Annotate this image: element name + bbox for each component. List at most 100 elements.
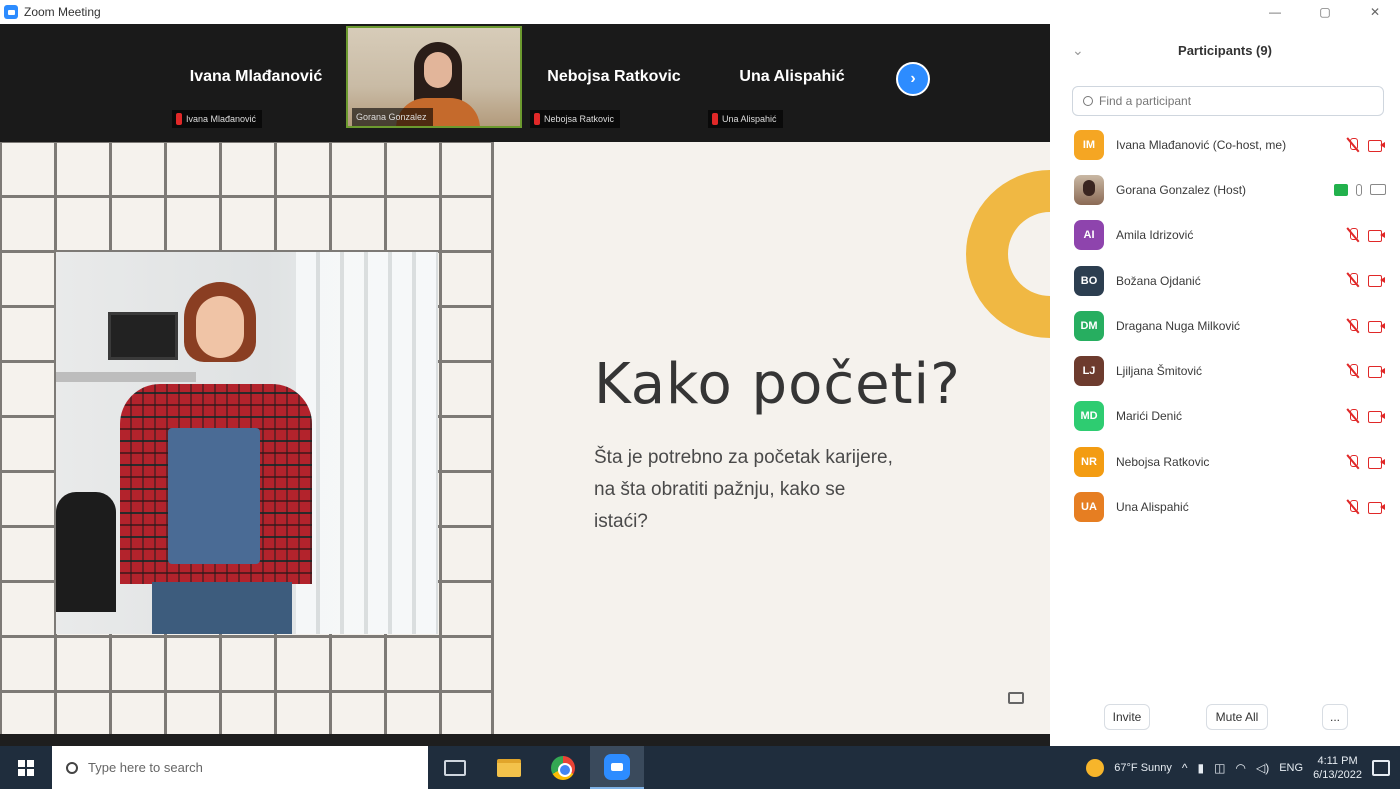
panel-footer: Invite Mute All ... xyxy=(1050,704,1400,732)
next-page-button[interactable]: › xyxy=(896,62,930,96)
participant-status-icons xyxy=(1346,122,1386,167)
mic-muted-icon xyxy=(1346,228,1360,242)
mute-all-button[interactable]: Mute All xyxy=(1206,704,1268,730)
clock-date: 6/13/2022 xyxy=(1313,768,1362,781)
participant-row[interactable]: DM Dragana Nuga Milković xyxy=(1050,303,1400,348)
avatar: AI xyxy=(1074,220,1104,251)
close-button[interactable]: ✕ xyxy=(1350,0,1400,24)
mic-icon xyxy=(1356,183,1362,196)
weather-text[interactable]: 67°F Sunny xyxy=(1114,762,1172,774)
collapse-panel-icon[interactable]: ⌄ xyxy=(1072,42,1084,59)
wifi-icon[interactable]: ◠ xyxy=(1236,761,1246,775)
participant-row[interactable]: Gorana Gonzalez (Host) xyxy=(1050,167,1400,212)
volume-icon[interactable]: ◁) xyxy=(1256,761,1269,775)
participant-row[interactable]: MD Marići Denić xyxy=(1050,394,1400,439)
mic-muted-icon xyxy=(1346,318,1360,333)
minimize-button[interactable]: — xyxy=(1250,0,1300,24)
mic-muted-icon xyxy=(1346,409,1360,423)
weather-sun-icon[interactable] xyxy=(1086,758,1105,777)
video-tile-active-speaker[interactable]: Gorana Gonzalez xyxy=(346,26,522,128)
network-icon[interactable]: ◫ xyxy=(1214,761,1225,775)
participant-name: Gorana Gonzalez (Host) xyxy=(1116,182,1247,197)
window-controls: — ▢ ✕ xyxy=(1250,0,1400,24)
name-tag-label: Una Alispahić xyxy=(722,114,777,124)
participant-name-large: Ivana Mlađanović xyxy=(189,68,323,85)
camera-off-icon xyxy=(1368,320,1386,333)
zoom-taskbar-button[interactable] xyxy=(590,746,644,789)
participant-status-icons xyxy=(1346,213,1386,258)
participant-name-large: Nebojsa Ratkovic xyxy=(547,68,681,85)
camera-off-icon xyxy=(1368,229,1386,243)
video-strip: Ivana Mlađanović Ivana Mlađanović Gorana… xyxy=(0,24,1050,142)
mic-muted-icon xyxy=(1346,454,1360,469)
name-tag-label: Nebojsa Ratkovic xyxy=(544,114,615,124)
photo-book xyxy=(168,428,260,564)
participant-list: IM Ivana Mlađanović (Co-host, me) Gorana G… xyxy=(1050,122,1400,530)
language-indicator[interactable]: ENG xyxy=(1279,762,1303,774)
maximize-button[interactable]: ▢ xyxy=(1300,0,1350,24)
participant-name-large: Una Alispahić xyxy=(739,68,845,85)
avatar xyxy=(1074,174,1104,205)
participant-row[interactable]: AI Amila Idrizović xyxy=(1050,213,1400,258)
photo-jeans xyxy=(152,582,292,634)
slide-body-text: Šta je potrebno za početak karijere, na … xyxy=(594,447,893,532)
system-tray: 67°F Sunny ^ ▮ ◫ ◠ ◁) ENG 4:11 PM 6/13/2… xyxy=(1086,746,1400,789)
participant-status-icons xyxy=(1334,167,1386,212)
search-icon xyxy=(1083,96,1093,106)
participant-row[interactable]: UA Una Alispahić xyxy=(1050,484,1400,529)
slide-title: Kako početi? xyxy=(594,352,961,417)
participant-status-icons xyxy=(1346,439,1386,484)
photo-desk xyxy=(56,372,196,382)
slide-photo-woman-with-book xyxy=(56,252,438,634)
taskbar-search-input[interactable]: Type here to search xyxy=(52,746,428,789)
camera-off-icon xyxy=(1368,274,1386,288)
zoom-icon xyxy=(604,753,630,780)
invite-button[interactable]: Invite xyxy=(1104,704,1150,730)
more-options-button[interactable]: ... xyxy=(1322,704,1348,730)
mic-muted-icon xyxy=(712,113,718,125)
participant-name: Amila Idrizović xyxy=(1116,228,1194,243)
taskbar-search-placeholder: Type here to search xyxy=(88,760,203,775)
camera-off-icon xyxy=(1368,501,1386,514)
zoom-meeting-window: Zoom Meeting Ivana Mlađanović Ivana Mlađ… xyxy=(0,0,1400,789)
participant-row[interactable]: IM Ivana Mlađanović (Co-host, me) xyxy=(1050,122,1400,167)
participant-name: Dragana Nuga Milković xyxy=(1116,318,1241,333)
participant-search-input[interactable]: Find a participant xyxy=(1072,86,1384,116)
clock[interactable]: 4:11 PM 6/13/2022 xyxy=(1313,754,1362,782)
mic-muted-icon xyxy=(1346,499,1360,514)
avatar: DM xyxy=(1074,310,1104,341)
name-tag: Una Alispahić xyxy=(708,110,783,128)
camera-off-icon xyxy=(1368,139,1386,152)
name-tag-label: Ivana Mlađanović xyxy=(186,114,257,124)
file-explorer-button[interactable] xyxy=(482,746,536,789)
start-button[interactable] xyxy=(0,746,52,789)
mic-muted-icon xyxy=(534,113,540,125)
chevron-up-icon[interactable]: ^ xyxy=(1182,761,1188,775)
title-bar: Zoom Meeting xyxy=(0,0,1050,24)
participant-name: Ivana Mlađanović (Co-host, me) xyxy=(1116,137,1287,152)
video-tile[interactable]: Nebojsa Ratkovic Nebojsa Ratkovic xyxy=(526,26,702,128)
zoom-logo-icon xyxy=(4,5,18,19)
task-view-button[interactable] xyxy=(428,746,482,789)
notifications-icon[interactable] xyxy=(1372,759,1390,776)
battery-icon[interactable]: ▮ xyxy=(1198,761,1205,775)
participant-status-icons xyxy=(1346,303,1386,348)
participant-name: Marići Denić xyxy=(1116,409,1183,424)
participant-row[interactable]: LJ Ljiljana Šmitović xyxy=(1050,348,1400,393)
name-tag: Gorana Gonzalez xyxy=(352,108,433,126)
participant-status-icons xyxy=(1346,484,1386,529)
chrome-button[interactable] xyxy=(536,746,590,789)
shared-screen-slide: Kako početi? Šta je potrebno za početak … xyxy=(0,142,1050,734)
participant-row[interactable]: BO Božana Ojdanić xyxy=(1050,258,1400,303)
slide-footer-icon xyxy=(1008,692,1024,704)
avatar: MD xyxy=(1074,401,1104,432)
video-tile[interactable]: Ivana Mlađanović Ivana Mlađanović xyxy=(168,26,344,128)
windows-taskbar: Type here to search 67°F Sunny ^ ▮ ◫ ◠ ◁… xyxy=(0,746,1400,789)
search-icon xyxy=(66,761,78,774)
participants-panel: — ▢ ✕ ⌄ Participants (9) Find a particip… xyxy=(1050,0,1400,746)
video-tile[interactable]: Una Alispahić Una Alispahić xyxy=(704,26,880,128)
participant-status-icons xyxy=(1346,348,1386,393)
participant-row[interactable]: NR Nebojsa Ratkovic xyxy=(1050,439,1400,484)
photo-monitor xyxy=(108,312,178,360)
participant-status-icons xyxy=(1346,258,1386,303)
